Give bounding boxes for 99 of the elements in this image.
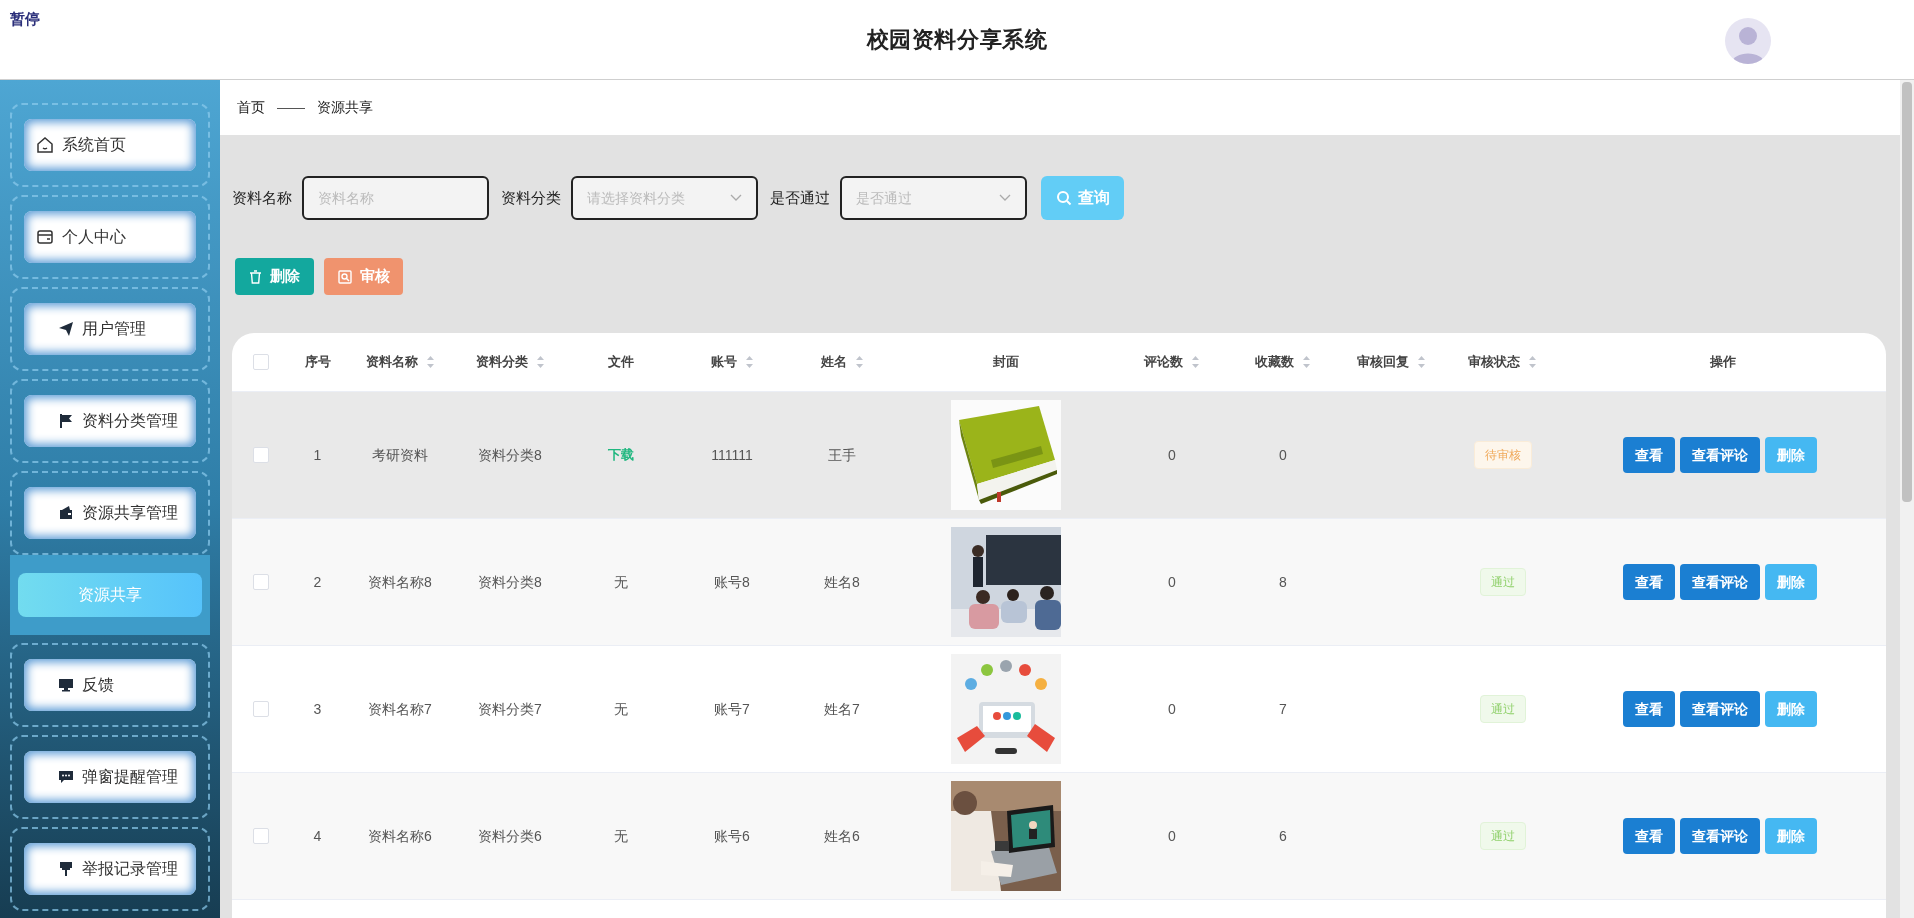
table-cell-text: 无: [614, 699, 628, 719]
table-cell-text: 资料分类8: [478, 445, 542, 465]
table-cell-text: 8: [1279, 572, 1287, 592]
column-header[interactable]: 评论数: [1144, 352, 1200, 372]
trash-icon: [249, 269, 262, 284]
chat-bubble-icon: [58, 769, 74, 785]
column-header[interactable]: 资料名称: [365, 352, 435, 372]
table-cell-text: 姓名6: [824, 826, 860, 846]
breadcrumb-link[interactable]: 资源共享: [317, 97, 373, 118]
table-cell-text: 账号8: [714, 572, 750, 592]
filter-label: 是否通过: [770, 187, 830, 208]
column-header[interactable]: 审核回复: [1356, 352, 1426, 372]
table-cell-text: 4: [313, 826, 322, 846]
checkbox[interactable]: [253, 354, 269, 370]
table-cell-text: 资料名称6: [368, 826, 432, 846]
table-cell-text: 资料分类7: [478, 699, 542, 719]
column-header[interactable]: 姓名: [820, 352, 864, 372]
chevron-down-icon: [999, 194, 1011, 202]
pause-label: 暂停: [10, 9, 40, 29]
table-cell-text: 0: [1168, 699, 1176, 719]
search-document-icon: [337, 269, 352, 284]
filter-label: 资料分类: [501, 187, 561, 208]
scrollbar[interactable]: [1900, 80, 1914, 918]
action-button[interactable]: 查看: [1623, 564, 1675, 600]
column-header[interactable]: 账号: [710, 352, 754, 372]
table-cell-text: 0: [1168, 445, 1176, 465]
action-button[interactable]: 查看: [1623, 691, 1675, 727]
sort-icon[interactable]: [535, 355, 545, 369]
breadcrumb-link[interactable]: 首页: [237, 97, 265, 118]
sort-icon[interactable]: [425, 355, 435, 369]
sort-icon[interactable]: [1191, 355, 1200, 369]
sort-icon[interactable]: [1416, 355, 1426, 369]
table-cell-text: 1: [313, 445, 322, 465]
sidebar-item[interactable]: 个人中心: [24, 211, 196, 263]
paper-plane-icon: [58, 321, 74, 337]
sidebar-item[interactable]: 举报记录管理: [24, 843, 196, 895]
sort-icon[interactable]: [1528, 355, 1537, 369]
table-cell-text: 6: [1279, 826, 1287, 846]
breadcrumb-separator: ——: [277, 98, 305, 117]
column-header[interactable]: 操作: [1710, 352, 1736, 372]
table-cell-text: 2: [313, 572, 322, 592]
checkbox[interactable]: [253, 447, 269, 463]
status-tag: 通过: [1479, 695, 1526, 723]
column-header[interactable]: 封面: [993, 352, 1019, 372]
table-cell-text: 考研资料: [372, 445, 428, 465]
column-header[interactable]: 文件: [608, 352, 634, 372]
avatar[interactable]: [1725, 18, 1771, 64]
sort-icon[interactable]: [1302, 355, 1311, 369]
checkbox[interactable]: [253, 701, 269, 717]
table-cell-text: 姓名7: [824, 699, 860, 719]
status-tag: 通过: [1479, 822, 1526, 850]
table-cell-text: 7: [1279, 699, 1287, 719]
table-cell-text: 资料分类6: [478, 826, 542, 846]
table-cell-text: 3: [313, 699, 322, 719]
table-cell-text: 姓名8: [824, 572, 860, 592]
column-header[interactable]: 序号: [304, 352, 331, 372]
status-tag: 待审核: [1473, 441, 1532, 469]
action-button[interactable]: 查看: [1623, 437, 1675, 473]
table-cell-text: 王手: [828, 445, 856, 465]
card-icon: [36, 228, 54, 246]
table-cell-text: 账号7: [714, 699, 750, 719]
table-cell-text: 资料分类8: [478, 572, 542, 592]
sort-icon[interactable]: [744, 355, 754, 369]
table-cell-text: 0: [1168, 826, 1176, 846]
sidebar-item[interactable]: 资源共享管理: [24, 487, 196, 539]
sidebar-item[interactable]: 资料分类管理: [24, 395, 196, 447]
chevron-down-icon: [730, 194, 742, 202]
app-title: 校园资料分享系统: [866, 26, 1048, 54]
filter-label: 资料名称: [232, 187, 292, 208]
action-button[interactable]: 查看: [1623, 818, 1675, 854]
status-tag: 通过: [1479, 568, 1526, 596]
checkbox[interactable]: [253, 828, 269, 844]
table-cell-text: 无: [614, 572, 628, 592]
sort-icon[interactable]: [854, 355, 864, 369]
sidebar-item[interactable]: 弹窗提醒管理: [24, 751, 196, 803]
table-cell-text: 账号6: [714, 826, 750, 846]
checkbox[interactable]: [253, 574, 269, 590]
sidebar-item[interactable]: 用户管理: [24, 303, 196, 355]
home-icon: [36, 136, 54, 154]
action-button[interactable]: 查看评论: [1680, 437, 1760, 473]
table-cell-text: 0: [1168, 572, 1176, 592]
column-header[interactable]: 收藏数: [1255, 352, 1311, 372]
sidebar-item[interactable]: 系统首页: [24, 119, 196, 171]
action-button[interactable]: 查看评论: [1680, 691, 1760, 727]
wallet-icon: [58, 505, 74, 521]
stamp-icon: [58, 861, 74, 877]
flag-icon: [58, 413, 74, 429]
table-cell-text: 0: [1279, 445, 1287, 465]
column-header[interactable]: 资料分类: [475, 352, 545, 372]
search-icon: [1055, 190, 1072, 206]
table-cell-text: 111111: [711, 445, 753, 465]
table-cell-text: 无: [614, 826, 628, 846]
table-cell-text: 资料名称7: [368, 699, 432, 719]
column-header[interactable]: 审核状态: [1468, 352, 1537, 372]
action-button[interactable]: 查看评论: [1680, 564, 1760, 600]
sidebar-item[interactable]: 反馈: [24, 659, 196, 711]
monitor-icon: [58, 677, 74, 693]
table-cell-text: 资料名称8: [368, 572, 432, 592]
action-button[interactable]: 查看评论: [1680, 818, 1760, 854]
